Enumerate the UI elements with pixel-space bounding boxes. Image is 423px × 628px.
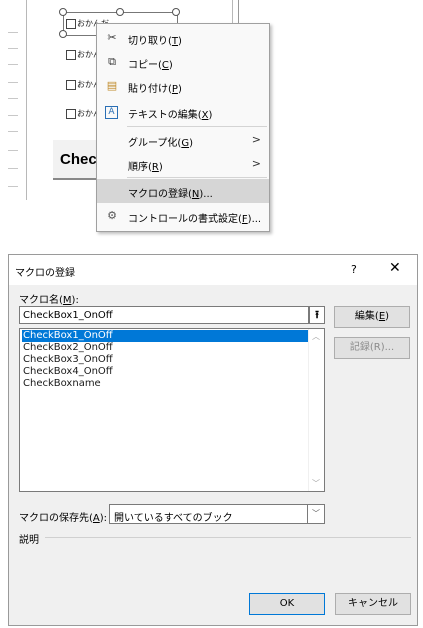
menu-item-label: テキストの編集( <box>128 110 202 121</box>
edit-button[interactable]: 編集(E) <box>334 306 410 328</box>
menu-item-tail: ) <box>168 60 173 71</box>
macro-list[interactable]: CheckBox1_OnOff CheckBox2_OnOff CheckBox… <box>19 328 325 492</box>
checkbox-3[interactable] <box>66 80 76 90</box>
macro-list-item[interactable]: CheckBox1_OnOff <box>22 330 308 342</box>
menu-item-label: 切り取り( <box>128 36 172 47</box>
menu-separator <box>127 177 267 178</box>
scroll-down-icon[interactable]: ﹀ <box>312 478 320 489</box>
row-gridline <box>8 64 18 65</box>
menu-item-accel: C <box>161 60 169 71</box>
save-in-select[interactable]: 開いているすべてのブック ﹀ <box>109 504 325 524</box>
row-gridline <box>8 168 18 169</box>
menu-item-tail: ) <box>208 110 213 121</box>
menu-item-tail: ) <box>178 36 182 47</box>
chevron-right-icon: > <box>251 133 261 146</box>
ok-button[interactable]: OK <box>249 593 325 615</box>
label-tail: ): <box>99 513 108 524</box>
menu-item-edit-text[interactable]: A テキストの編集(X) <box>97 100 269 124</box>
menu-item-tail: )... <box>199 189 213 200</box>
list-scrollbar[interactable]: ︿ ﹀ <box>308 329 324 491</box>
menu-item-label: 貼り付け( <box>128 84 172 95</box>
resize-handle[interactable] <box>59 8 67 16</box>
label-text: マクロ名( <box>19 295 63 306</box>
menu-separator <box>127 126 267 127</box>
checkbox-2[interactable] <box>66 50 76 60</box>
description-label: 説明 <box>19 535 39 546</box>
checkbox-1[interactable] <box>66 19 76 29</box>
row-gridline <box>8 115 18 116</box>
dialog-title: マクロの登録 <box>15 268 75 279</box>
resize-handle[interactable] <box>172 8 180 16</box>
cancel-button[interactable]: キャンセル <box>335 593 411 615</box>
help-icon[interactable]: ? <box>351 263 357 276</box>
row-gridline <box>8 98 18 99</box>
menu-item-accel: G <box>181 138 190 149</box>
copy-icon: ⧉ <box>108 55 116 68</box>
menu-item-assign-macro[interactable]: マクロの登録(N)... <box>97 179 269 203</box>
macro-list-item[interactable]: CheckBox4_OnOff <box>22 366 308 378</box>
format-control-icon: ⚙ <box>107 209 117 222</box>
menu-item-group[interactable]: グループ化(G) > <box>97 128 269 152</box>
close-icon[interactable]: ✕ <box>389 261 401 275</box>
collapse-dialog-button[interactable]: ⭱ <box>309 306 325 324</box>
menu-item-label: グループ化( <box>128 138 182 149</box>
resize-handle[interactable] <box>59 30 67 38</box>
label-accel: M <box>62 295 72 306</box>
row-gridline <box>8 131 18 132</box>
scissors-icon: ✂ <box>107 31 117 44</box>
menu-item-label: コピー( <box>128 60 162 71</box>
macro-name-input[interactable]: CheckBox1_OnOff <box>19 306 309 324</box>
row-gridline <box>8 150 18 151</box>
row-gridline <box>8 82 18 83</box>
chevron-right-icon: > <box>251 157 261 170</box>
menu-item-paste[interactable]: ▤ 貼り付け(P) <box>97 74 269 98</box>
save-in-value: 開いているすべてのブック <box>114 513 233 524</box>
record-button[interactable]: 記録(R)... <box>334 337 410 359</box>
assign-macro-dialog: マクロの登録 ? ✕ マクロ名(M): CheckBox1_OnOff ⭱ Ch… <box>8 254 418 626</box>
row-gridline <box>8 48 18 49</box>
label-accel: A <box>92 513 100 524</box>
menu-item-tail: ) <box>158 162 163 173</box>
menu-item-tail: )... <box>247 214 262 225</box>
row-gridline <box>8 186 18 187</box>
button-label: 編集( <box>354 311 379 322</box>
macro-list-item[interactable]: CheckBox2_OnOff <box>22 342 308 354</box>
paste-icon: ▤ <box>106 79 118 92</box>
macro-list-item[interactable]: CheckBox3_OnOff <box>22 354 308 366</box>
menu-item-copy[interactable]: ⧉ コピー(C) <box>97 50 269 74</box>
row-gridline <box>8 32 18 33</box>
menu-item-tail: ) <box>189 138 193 149</box>
menu-item-label: コントロールの書式設定( <box>128 214 242 225</box>
macro-name-label: マクロ名(M): <box>19 291 79 306</box>
menu-item-accel: R <box>151 162 159 173</box>
description-divider <box>45 537 411 538</box>
chevron-down-icon[interactable]: ﹀ <box>307 505 324 523</box>
label-tail: ): <box>71 295 79 306</box>
menu-item-order[interactable]: 順序(R) > <box>97 152 269 176</box>
macro-list-item[interactable]: CheckBoxname <box>22 378 308 390</box>
menu-item-label: 順序( <box>128 162 152 173</box>
button-tail: ) <box>385 311 390 322</box>
edit-text-icon: A <box>105 106 118 119</box>
label-text: マクロの保存先( <box>19 513 93 524</box>
resize-handle[interactable] <box>116 8 124 16</box>
menu-item-tail: ) <box>177 84 182 95</box>
dialog-titlebar: マクロの登録 ? ✕ <box>9 255 417 285</box>
macro-name-value: CheckBox1_OnOff <box>23 310 113 321</box>
menu-item-format-control[interactable]: ⚙ コントロールの書式設定(F)... <box>97 204 269 228</box>
upload-arrow-icon: ⭱ <box>315 308 319 321</box>
save-in-label: マクロの保存先(A): <box>19 509 107 524</box>
menu-item-label: マクロの登録( <box>128 189 192 200</box>
column-gridline <box>26 0 27 200</box>
checkbox-4[interactable] <box>66 109 76 119</box>
menu-item-cut[interactable]: ✂ 切り取り(T) <box>97 26 269 50</box>
scroll-up-icon[interactable]: ︿ <box>312 331 320 342</box>
context-menu: ✂ 切り取り(T) ⧉ コピー(C) ▤ 貼り付け(P) A テキストの編集(X… <box>96 23 270 232</box>
